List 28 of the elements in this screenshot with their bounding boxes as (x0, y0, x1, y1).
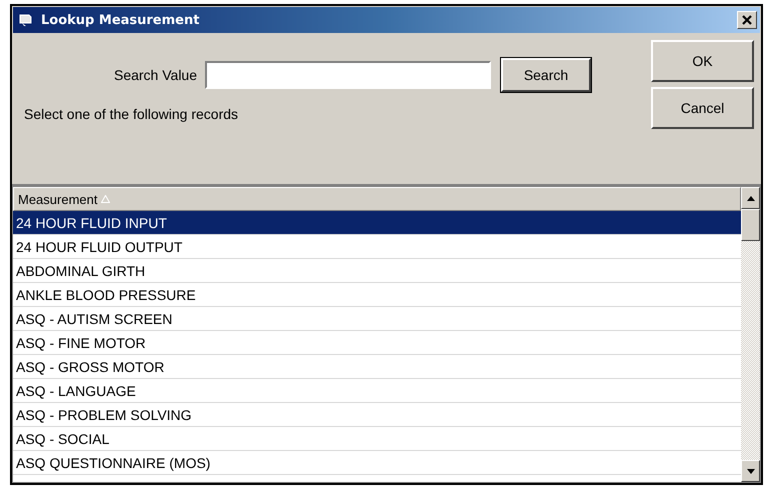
column-header[interactable]: Measurement (13, 187, 741, 211)
close-icon (742, 15, 752, 25)
close-button[interactable] (737, 11, 757, 29)
list-row[interactable]: ASQ - FINE MOTOR (13, 331, 741, 355)
search-field[interactable] (205, 61, 491, 89)
cancel-button[interactable]: Cancel (651, 87, 754, 129)
down-arrow-icon (746, 468, 754, 474)
list-row[interactable]: ASQ - LANGUAGE (13, 379, 741, 403)
list-row[interactable]: ASQ - GROSS MOTOR (13, 355, 741, 379)
list-row[interactable]: ASQ - SOCIAL (13, 427, 741, 451)
scrollbar[interactable] (741, 187, 760, 482)
up-arrow-icon (746, 196, 754, 200)
column-title: Measurement (18, 192, 98, 206)
ok-button[interactable]: OK (651, 40, 754, 82)
search-label: Search Value (112, 67, 198, 83)
list-row[interactable]: ASQ QUESTIONNAIRE (MOS) (13, 451, 741, 475)
window-title: Lookup Measurement (41, 12, 200, 28)
scroll-thumb[interactable] (741, 209, 760, 241)
list-row[interactable]: ABDOMINAL GIRTH (13, 259, 741, 283)
list-row[interactable]: 24 HOUR FLUID INPUT (13, 211, 741, 235)
scroll-down-button[interactable] (741, 460, 760, 482)
list-row[interactable]: ASQ - PROBLEM SOLVING (13, 403, 741, 427)
list-row[interactable]: ASQ - AUTISM SCREEN (13, 307, 741, 331)
list-row[interactable]: ANKLE BLOOD PRESSURE (13, 283, 741, 307)
search-button[interactable]: Search (501, 58, 591, 92)
instruction-text: Select one of the following records (23, 105, 240, 122)
scroll-up-button[interactable] (741, 187, 760, 209)
list-row[interactable]: 24 HOUR FLUID OUTPUT (13, 235, 741, 259)
